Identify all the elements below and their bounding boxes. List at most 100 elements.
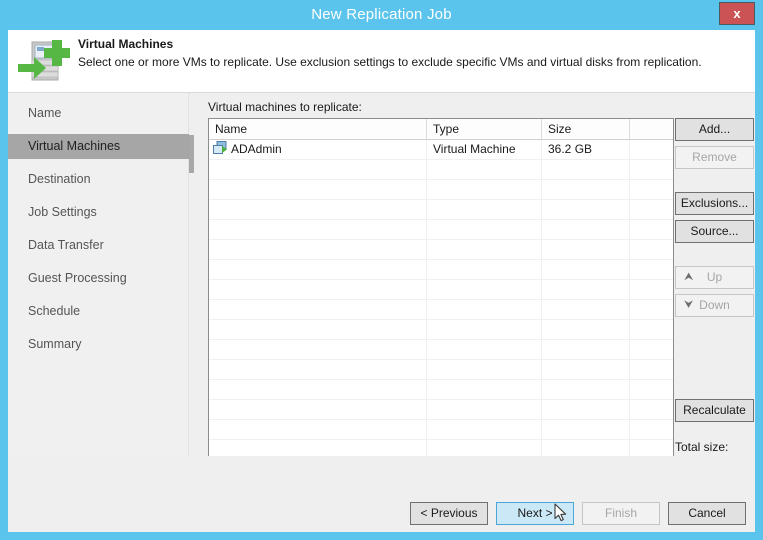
table-empty-row[interactable] (209, 280, 673, 300)
finish-button: Finish (582, 502, 660, 525)
main-pane: Virtual machines to replicate: Name Type… (194, 93, 755, 518)
cell-name: ADAdmin (209, 140, 427, 159)
page-title: Virtual Machines (78, 37, 174, 51)
cell-empty (542, 300, 630, 319)
add-button[interactable]: Add... (675, 118, 754, 141)
table-empty-row[interactable] (209, 340, 673, 360)
exclusions-button[interactable]: Exclusions... (675, 192, 754, 215)
cell-empty (209, 220, 427, 239)
cell-empty (542, 320, 630, 339)
cell-empty (427, 300, 542, 319)
cell-empty (630, 400, 673, 419)
cell-size: 36.2 GB (542, 140, 630, 159)
column-header-type[interactable]: Type (427, 119, 542, 139)
table-empty-row[interactable] (209, 320, 673, 340)
cell-empty (427, 360, 542, 379)
cell-empty (542, 260, 630, 279)
sidebar-item-guest-processing[interactable]: Guest Processing (8, 266, 189, 291)
cell-empty (630, 380, 673, 399)
cell-empty (209, 300, 427, 319)
cell-empty (542, 220, 630, 239)
cell-empty (542, 400, 630, 419)
cell-empty (630, 280, 673, 299)
cell-empty (209, 320, 427, 339)
cell-empty (542, 200, 630, 219)
recalculate-button[interactable]: Recalculate (675, 399, 754, 422)
column-header-extra[interactable] (630, 119, 673, 139)
cell-empty (542, 340, 630, 359)
table-empty-row[interactable] (209, 240, 673, 260)
cell-empty (630, 360, 673, 379)
cancel-button[interactable]: Cancel (668, 502, 746, 525)
cell-empty (542, 380, 630, 399)
table-empty-row[interactable] (209, 220, 673, 240)
cell-empty (630, 420, 673, 439)
cell-empty (427, 340, 542, 359)
vm-list-label: Virtual machines to replicate: (208, 100, 362, 114)
cell-empty (542, 240, 630, 259)
banner: Virtual Machines Select one or more VMs … (8, 30, 755, 93)
table-row[interactable]: ADAdmin Virtual Machine 36.2 GB (209, 140, 673, 160)
cell-empty (209, 240, 427, 259)
cell-empty (630, 300, 673, 319)
dialog-footer: < Previous Next > Finish Cancel (8, 456, 755, 532)
move-up-label: Up (706, 270, 723, 284)
cell-empty (630, 180, 673, 199)
vm-table[interactable]: Name Type Size ADAdmin Virtual Machine 3… (208, 118, 674, 471)
replication-vm-icon (16, 38, 72, 86)
cell-type: Virtual Machine (427, 140, 542, 159)
cell-empty (630, 240, 673, 259)
cell-empty (427, 420, 542, 439)
table-empty-row[interactable] (209, 200, 673, 220)
dialog-window: New Replication Job x Virtual Machines S… (0, 0, 763, 540)
cell-extra (630, 140, 673, 159)
cell-empty (427, 220, 542, 239)
cell-empty (209, 180, 427, 199)
cell-empty (209, 420, 427, 439)
table-empty-row[interactable] (209, 420, 673, 440)
table-header-row: Name Type Size (209, 119, 673, 140)
cell-empty (427, 260, 542, 279)
cell-empty (209, 280, 427, 299)
cell-empty (209, 200, 427, 219)
previous-button[interactable]: < Previous (410, 502, 488, 525)
cell-empty (427, 240, 542, 259)
cell-empty (209, 260, 427, 279)
cell-empty (630, 220, 673, 239)
total-size-label: Total size: (675, 440, 729, 454)
table-empty-row[interactable] (209, 160, 673, 180)
cell-empty (630, 320, 673, 339)
cell-empty (209, 380, 427, 399)
cell-empty (427, 160, 542, 179)
table-empty-row[interactable] (209, 180, 673, 200)
source-button[interactable]: Source... (675, 220, 754, 243)
sidebar-item-destination[interactable]: Destination (8, 167, 189, 192)
cell-empty (630, 260, 673, 279)
move-up-button: ⮝ Up (675, 266, 754, 289)
column-header-name[interactable]: Name (209, 119, 427, 139)
column-header-size[interactable]: Size (542, 119, 630, 139)
cell-empty (542, 360, 630, 379)
table-empty-row[interactable] (209, 380, 673, 400)
cell-empty (542, 180, 630, 199)
move-down-label: Down (699, 298, 730, 312)
sidebar-item-virtual-machines[interactable]: Virtual Machines (8, 134, 189, 159)
table-empty-row[interactable] (209, 360, 673, 380)
next-button[interactable]: Next > (496, 502, 574, 525)
table-empty-row[interactable] (209, 300, 673, 320)
cell-empty (427, 380, 542, 399)
sidebar-item-schedule[interactable]: Schedule (8, 299, 189, 324)
close-icon[interactable]: x (719, 2, 755, 25)
cell-empty (630, 200, 673, 219)
sidebar-item-job-settings[interactable]: Job Settings (8, 200, 189, 225)
cell-empty (427, 320, 542, 339)
cell-empty (427, 280, 542, 299)
table-empty-row[interactable] (209, 400, 673, 420)
cell-empty (209, 400, 427, 419)
cell-empty (209, 160, 427, 179)
cell-empty (542, 420, 630, 439)
table-empty-row[interactable] (209, 260, 673, 280)
sidebar-item-summary[interactable]: Summary (8, 332, 189, 357)
sidebar-item-data-transfer[interactable]: Data Transfer (8, 233, 189, 258)
sidebar-item-name[interactable]: Name (8, 101, 189, 126)
